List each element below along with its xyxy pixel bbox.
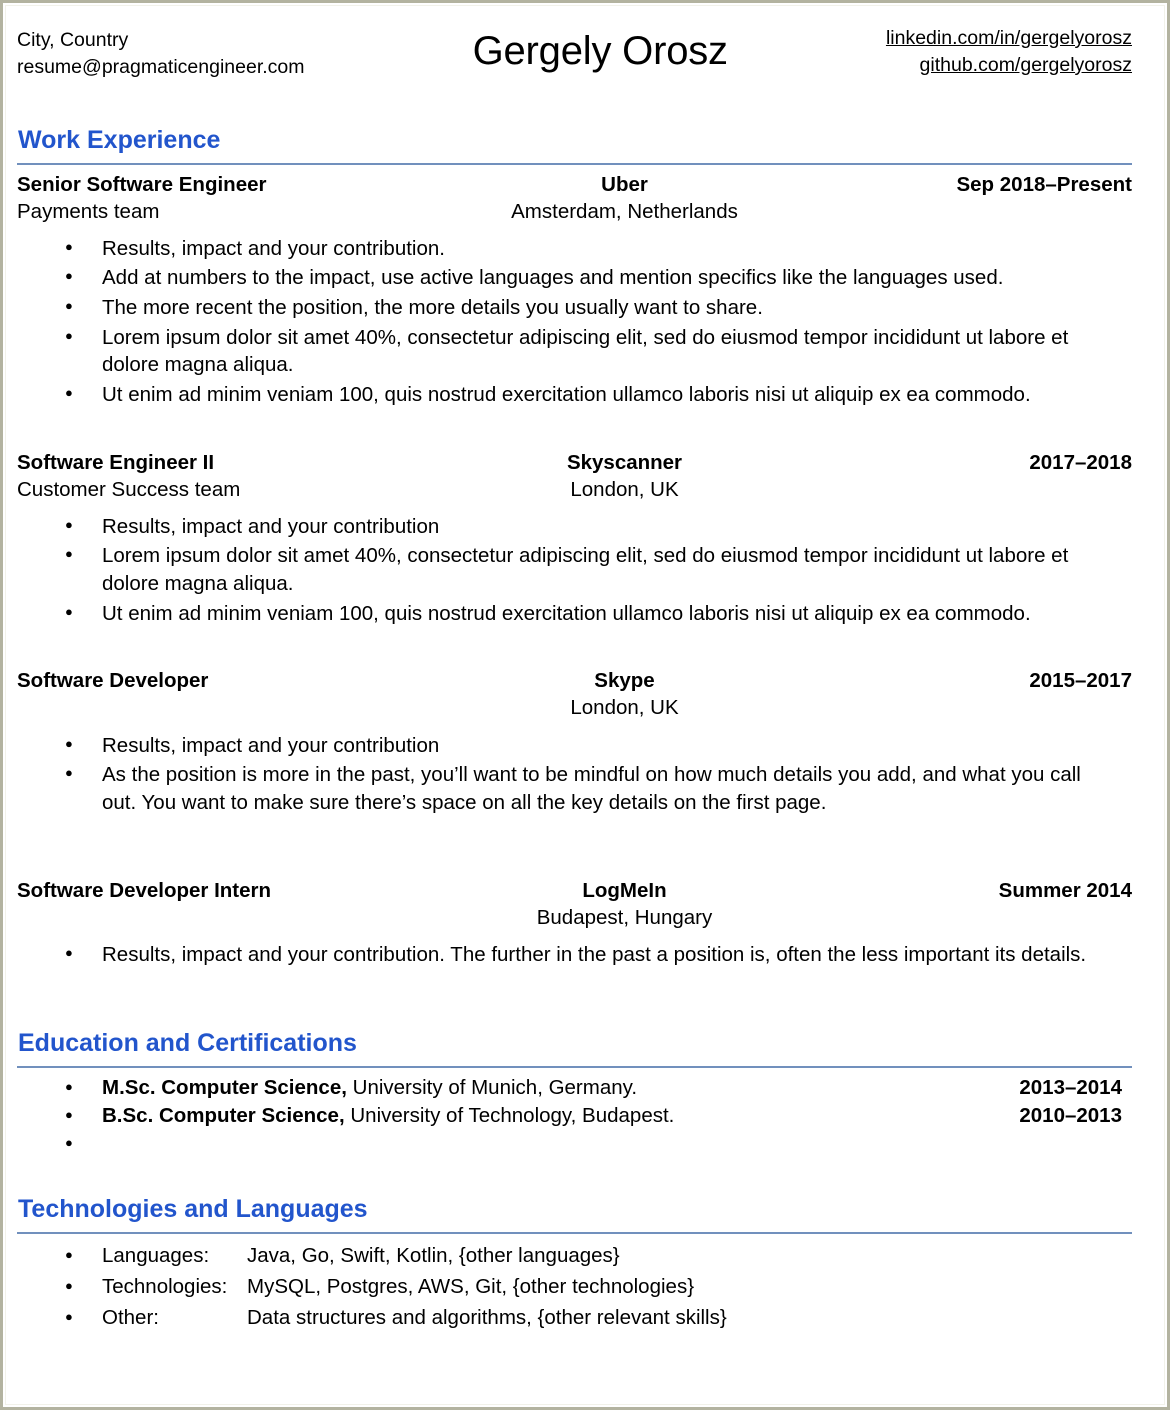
linkedin-link[interactable]: linkedin.com/in/gergelyorosz	[886, 25, 1132, 52]
job-dates: 2017–2018	[1029, 450, 1132, 474]
list-item: Ut enim ad minim veniam 100, quis nostru…	[17, 599, 1132, 628]
list-item: Languages: Java, Go, Swift, Kotlin, {oth…	[17, 1242, 1132, 1270]
job-dates: 2015–2017	[1029, 669, 1132, 693]
list-item: Results, impact and your contribution	[17, 512, 1132, 541]
skill-label: Languages:	[102, 1243, 210, 1267]
job-team: Customer Success team	[17, 477, 241, 501]
skill-value: MySQL, Postgres, AWS, Git, {other techno…	[247, 1275, 695, 1299]
job-header-row: Software Engineer II Skyscanner 2017–201…	[17, 449, 1132, 476]
job-team: Payments team	[17, 199, 160, 223]
job-entry: Senior Software Engineer Uber Sep 2018–P…	[17, 171, 1132, 409]
job-company: Skyscanner	[566, 450, 683, 474]
resume-content: City, Country resume@pragmaticengineer.c…	[3, 3, 1167, 1407]
section-divider-education	[17, 1065, 1132, 1068]
list-item	[17, 1130, 1132, 1158]
job-title: Software Developer Intern	[17, 878, 272, 902]
education-institution: University of Munich, Germany.	[346, 1075, 638, 1099]
job-dates: Sep 2018–Present	[956, 172, 1132, 196]
skill-value: Data structures and algorithms, {other r…	[247, 1306, 727, 1330]
resume-page: City, Country resume@pragmaticengineer.c…	[0, 0, 1170, 1410]
job-entry: Software Engineer II Skyscanner 2017–201…	[17, 449, 1132, 628]
skill-value: Java, Go, Swift, Kotlin, {other language…	[247, 1243, 620, 1267]
education-years: 2010–2013	[1019, 1104, 1122, 1128]
resume-header: City, Country resume@pragmaticengineer.c…	[17, 21, 1132, 121]
list-item: Technologies: MySQL, Postgres, AWS, Git,…	[17, 1273, 1132, 1301]
job-header-row: Software Developer Skype 2015–2017	[17, 667, 1132, 694]
job-subheader-row: London, UK	[17, 694, 1132, 721]
section-work-experience: Work Experience Senior Software Engineer…	[17, 126, 1132, 969]
job-title: Software Developer	[17, 669, 209, 693]
job-location: London, UK	[570, 477, 679, 501]
job-company: Uber	[601, 172, 648, 196]
github-link[interactable]: github.com/gergelyorosz	[886, 52, 1132, 79]
job-entry: Software Developer Skype 2015–2017 Londo…	[17, 667, 1132, 816]
job-subheader-row: Customer Success team London, UK	[17, 476, 1132, 503]
education-years: 2013–2014	[1019, 1075, 1122, 1099]
education-degree: M.Sc. Computer Science,	[102, 1075, 347, 1099]
education-entry-text: M.Sc. Computer Science, University of Mu…	[102, 1074, 637, 1102]
list-item: Results, impact and your contribution.	[17, 234, 1132, 263]
education-degree: B.Sc. Computer Science,	[102, 1104, 345, 1128]
job-bullet-list: Results, impact and your contribution Lo…	[17, 512, 1132, 628]
skills-list: Languages: Java, Go, Swift, Kotlin, {oth…	[17, 1242, 1132, 1333]
section-title-work: Work Experience	[18, 126, 221, 154]
job-entry: Software Developer Intern LogMeIn Summer…	[17, 877, 1132, 969]
page-title: Gergely Orosz	[472, 29, 728, 73]
list-item: M.Sc. Computer Science, University of Mu…	[17, 1074, 1132, 1102]
list-item: Add at numbers to the impact, use active…	[17, 263, 1132, 292]
list-item: B.Sc. Computer Science, University of Te…	[17, 1102, 1132, 1130]
job-subheader-row: Payments team Amsterdam, Netherlands	[17, 198, 1132, 225]
job-bullet-list: Results, impact and your contribution As…	[17, 731, 1132, 817]
job-bullet-list: Results, impact and your contribution. T…	[17, 940, 1132, 969]
job-location: Budapest, Hungary	[536, 905, 713, 929]
section-title-technologies: Technologies and Languages	[18, 1195, 368, 1224]
list-item: Results, impact and your contribution	[17, 731, 1132, 760]
section-title-education: Education and Certifications	[18, 1029, 357, 1058]
list-item: As the position is more in the past, you…	[17, 760, 1132, 816]
education-list: M.Sc. Computer Science, University of Mu…	[17, 1074, 1132, 1159]
job-header-row: Senior Software Engineer Uber Sep 2018–P…	[17, 171, 1132, 198]
contact-left-block: City, Country resume@pragmaticengineer.c…	[17, 21, 305, 81]
list-item: The more recent the position, the more d…	[17, 293, 1132, 322]
section-technologies: Technologies and Languages Languages: Ja…	[17, 1196, 1132, 1332]
skill-label: Technologies:	[102, 1275, 228, 1299]
skill-label: Other:	[102, 1306, 159, 1330]
education-entry-text: B.Sc. Computer Science, University of Te…	[102, 1102, 674, 1130]
contact-right-block: linkedin.com/in/gergelyorosz github.com/…	[886, 21, 1132, 79]
job-company: Skype	[594, 669, 655, 693]
contact-location: City, Country	[17, 29, 129, 51]
job-location: Amsterdam, Netherlands	[511, 199, 738, 223]
list-item: Results, impact and your contribution. T…	[17, 940, 1132, 969]
education-institution: University of Technology, Budapest.	[344, 1104, 675, 1128]
list-item: Lorem ipsum dolor sit amet 40%, consecte…	[17, 541, 1132, 597]
job-company: LogMeIn	[582, 878, 667, 902]
job-bullet-list: Results, impact and your contribution. A…	[17, 234, 1132, 409]
list-item: Lorem ipsum dolor sit amet 40%, consecte…	[17, 323, 1132, 379]
name-block: Gergely Orosz	[305, 21, 886, 73]
job-title: Senior Software Engineer	[17, 172, 267, 196]
contact-email: resume@pragmaticengineer.com	[17, 55, 305, 78]
job-header-row: Software Developer Intern LogMeIn Summer…	[17, 877, 1132, 904]
list-item: Other: Data structures and algorithms, {…	[17, 1304, 1132, 1332]
section-divider-work	[17, 162, 1132, 165]
job-subheader-row: Budapest, Hungary	[17, 904, 1132, 931]
job-location: London, UK	[570, 696, 679, 720]
section-divider-technologies	[17, 1231, 1132, 1234]
section-education: Education and Certifications M.Sc. Compu…	[17, 1030, 1132, 1158]
job-title: Software Engineer II	[17, 450, 215, 474]
list-item: Ut enim ad minim veniam 100, quis nostru…	[17, 380, 1132, 409]
job-dates: Summer 2014	[998, 878, 1132, 902]
